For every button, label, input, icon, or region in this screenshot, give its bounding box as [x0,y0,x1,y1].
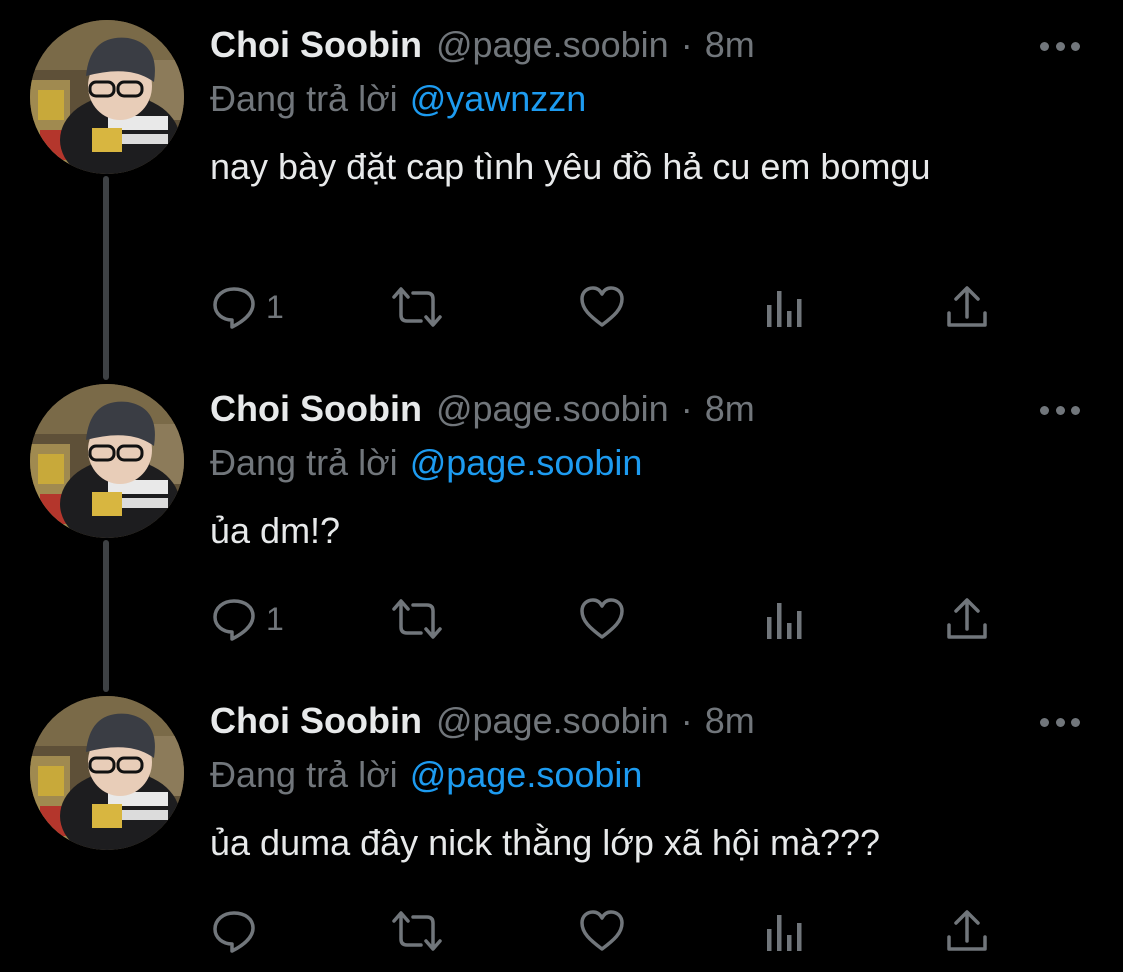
tweet-time[interactable]: 8m [705,22,755,68]
like-icon [580,598,624,639]
retweet-button[interactable] [388,906,446,956]
replying-to: Đang trả lời @page.soobin [210,752,642,798]
avatar[interactable] [30,696,184,850]
tweet-time[interactable]: 8m [705,698,755,744]
share-icon [947,598,987,639]
reply-icon [213,911,255,953]
replying-to-label: Đang trả lời [210,442,398,483]
separator-dot: · [680,388,693,429]
retweet-icon [392,287,442,327]
reply-mention-link[interactable]: @page.soobin [410,442,643,483]
replying-to: Đang trả lời @page.soobin [210,440,642,486]
replying-to-label: Đang trả lời [210,754,398,795]
like-icon [580,910,624,951]
avatar[interactable] [30,384,184,538]
share-icon [947,910,987,951]
separator-dot: · [680,700,693,741]
reply-button[interactable]: 1 [210,594,284,644]
share-icon [947,286,987,327]
author-handle[interactable]: @page.soobin [436,22,669,68]
reply-button[interactable]: 1 [210,282,284,332]
tweet[interactable]: Choi Soobin @page.soobin · 8m Đang trả l… [0,0,1123,360]
reply-count: 1 [266,288,284,325]
avatar-image [30,384,184,538]
replying-to: Đang trả lời @yawnzzn [210,76,586,122]
retweet-button[interactable] [388,594,446,644]
reply-icon [213,599,255,641]
tweet[interactable]: Choi Soobin @page.soobin · 8m Đang trả l… [0,676,1123,972]
like-button[interactable] [578,906,626,956]
reply-mention-link[interactable]: @yawnzzn [410,78,587,119]
views-button[interactable] [764,594,806,644]
like-icon [580,286,624,327]
separator-dot: · [680,24,693,65]
retweet-icon [392,599,442,639]
tweet-thread: Choi Soobin @page.soobin · 8m Đang trả l… [0,0,1123,972]
more-icon[interactable] [1040,36,1080,56]
reply-count: 1 [266,600,284,637]
reply-button[interactable] [210,906,266,956]
author-name[interactable]: Choi Soobin [210,698,422,744]
tweet-header: Choi Soobin @page.soobin · 8m [210,22,755,68]
author-handle[interactable]: @page.soobin [436,698,669,744]
reply-icon [213,287,255,329]
like-button[interactable] [578,282,626,332]
tweet[interactable]: Choi Soobin @page.soobin · 8m Đang trả l… [0,364,1123,674]
tweet-text: ủa dm!? [210,510,341,551]
views-button[interactable] [764,282,806,332]
tweet-actions: 1 [210,594,1010,644]
views-icon [767,291,802,327]
tweet-time[interactable]: 8m [705,386,755,432]
retweet-button[interactable] [388,282,446,332]
replying-to-label: Đang trả lời [210,78,398,119]
author-name[interactable]: Choi Soobin [210,386,422,432]
share-button[interactable] [944,282,990,332]
tweet-actions [210,906,1010,956]
avatar[interactable] [30,20,184,174]
views-icon [767,915,802,951]
more-icon[interactable] [1040,712,1080,732]
like-button[interactable] [578,594,626,644]
share-button[interactable] [944,906,990,956]
reply-mention-link[interactable]: @page.soobin [410,754,643,795]
tweet-actions: 1 [210,282,1010,332]
author-name[interactable]: Choi Soobin [210,22,422,68]
avatar-image [30,20,184,174]
more-icon[interactable] [1040,400,1080,420]
views-icon [767,603,802,639]
tweet-text: nay bày đặt cap tình yêu đồ hả cu em bom… [210,146,931,187]
tweet-text: ủa duma đây nick thằng lớp xã hội mà??? [210,822,881,863]
author-handle[interactable]: @page.soobin [436,386,669,432]
avatar-image [30,696,184,850]
views-button[interactable] [764,906,806,956]
tweet-header: Choi Soobin @page.soobin · 8m [210,386,755,432]
share-button[interactable] [944,594,990,644]
retweet-icon [392,911,442,951]
tweet-header: Choi Soobin @page.soobin · 8m [210,698,755,744]
